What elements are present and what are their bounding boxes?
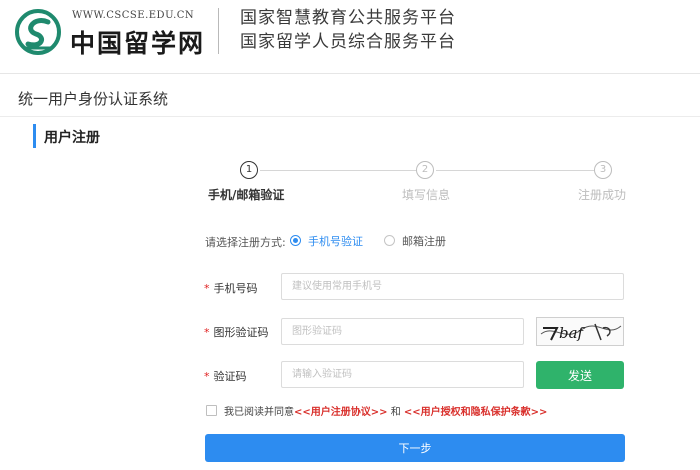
- agree-and: 和: [387, 407, 404, 418]
- step-connector: [436, 170, 594, 171]
- captcha-graphic: baf: [540, 323, 622, 342]
- phone-input[interactable]: [281, 273, 624, 300]
- page-title: 用户注册: [44, 130, 100, 146]
- captcha-label-text: 图形验证码: [213, 326, 269, 339]
- send-code-button[interactable]: 发送: [536, 361, 624, 389]
- logo-emblem-icon: [15, 9, 61, 55]
- radio-phone-label[interactable]: 手机号验证: [308, 233, 363, 249]
- phone-label-text: 手机号码: [213, 282, 258, 295]
- logo-url: WWW.CSCSE.EDU.CN: [72, 10, 195, 21]
- step-3-circle: 3: [594, 161, 612, 179]
- required-mark: *: [204, 282, 210, 295]
- step-1-circle: 1: [240, 161, 258, 179]
- captcha-image[interactable]: baf: [536, 317, 624, 346]
- agree-prefix: 我已阅读并同意: [224, 407, 294, 418]
- logo[interactable]: WWW.CSCSE.EDU.CN 中国留学网: [14, 6, 214, 62]
- captcha-text: baf: [559, 324, 586, 342]
- agreement-text: 我已阅读并同意<<用户注册协议>> 和 <<用户授权和隐私保护条款>>: [224, 403, 547, 418]
- phone-label: * 手机号码: [204, 280, 258, 296]
- radio-email-label[interactable]: 邮箱注册: [402, 233, 446, 249]
- step-1-label: 手机/邮箱验证: [208, 188, 285, 202]
- platform-names: 国家智慧教育公共服务平台 国家留学人员综合服务平台: [240, 6, 456, 54]
- system-title: 统一用户身份认证系统: [18, 90, 169, 108]
- logo-text: 中国留学网: [70, 29, 206, 58]
- step-3-label: 注册成功: [578, 188, 627, 202]
- code-label-text: 验证码: [213, 370, 247, 383]
- required-mark: *: [204, 370, 210, 383]
- platform-line-1: 国家智慧教育公共服务平台: [240, 8, 456, 28]
- step-2-circle: 2: [416, 161, 434, 179]
- radio-email[interactable]: [384, 235, 395, 246]
- divider: [0, 116, 700, 117]
- code-input[interactable]: [281, 361, 524, 388]
- header-divider: [218, 8, 219, 54]
- captcha-input[interactable]: [281, 318, 524, 345]
- privacy-link[interactable]: <<用户授权和隐私保护条款>>: [404, 407, 548, 418]
- next-step-button[interactable]: 下一步: [205, 434, 625, 462]
- title-accent-bar: [33, 124, 36, 148]
- agree-checkbox[interactable]: [206, 405, 217, 416]
- user-agreement-link[interactable]: <<用户注册协议>>: [294, 407, 388, 418]
- platform-line-2: 国家留学人员综合服务平台: [240, 32, 456, 52]
- method-label: 请选择注册方式:: [205, 236, 286, 249]
- captcha-label: * 图形验证码: [204, 324, 269, 340]
- required-mark: *: [204, 326, 210, 339]
- progress-steps: 1 2 3 手机/邮箱验证 填写信息 注册成功: [200, 160, 640, 202]
- step-connector: [260, 170, 420, 171]
- radio-phone[interactable]: [290, 235, 301, 246]
- step-2-label: 填写信息: [402, 188, 451, 202]
- site-header: WWW.CSCSE.EDU.CN 中国留学网 国家智慧教育公共服务平台 国家留学…: [0, 0, 700, 74]
- code-label: * 验证码: [204, 368, 247, 384]
